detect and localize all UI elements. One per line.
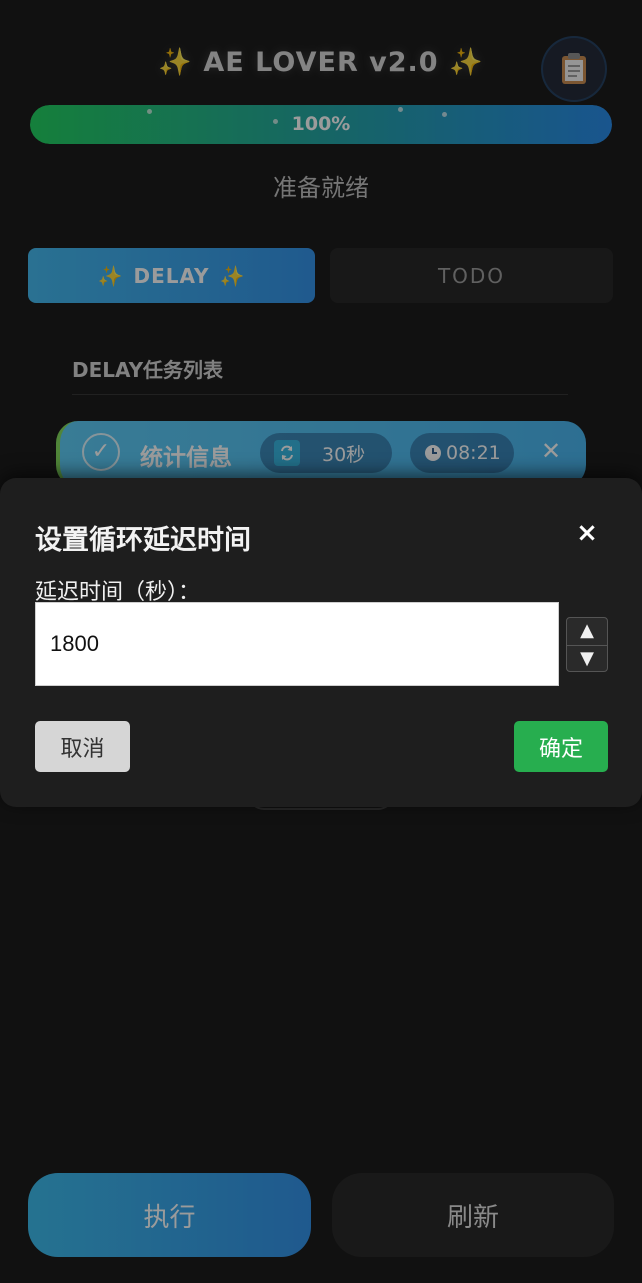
number-stepper: ▲ ▼	[566, 617, 608, 672]
check-icon[interactable]: ✓	[82, 433, 120, 471]
delete-task-icon[interactable]: ✕	[536, 436, 566, 466]
progress-label: 100%	[291, 113, 351, 135]
app-title-text: AE LOVER v2.0	[203, 47, 439, 78]
task-list-title: DELAY任务列表	[72, 358, 224, 382]
loop-interval-badge[interactable]: 30秒	[260, 433, 392, 473]
tab-delay[interactable]: ✨ DELAY ✨	[28, 248, 315, 303]
dialog-title: 设置循环延迟时间	[35, 525, 251, 556]
clipboard-icon	[562, 53, 586, 84]
refresh-icon	[274, 440, 300, 466]
task-name: 统计信息	[140, 445, 232, 471]
sparkle-icon: ✨	[219, 263, 246, 288]
cancel-button[interactable]: 取消	[35, 721, 130, 772]
clock-icon	[424, 444, 442, 462]
time-value: 08:21	[446, 442, 501, 464]
sparkle-icon: ✨	[158, 47, 193, 78]
delay-input[interactable]	[35, 602, 559, 686]
progress-bar: 100%	[30, 105, 612, 144]
divider	[72, 394, 568, 395]
clipboard-button[interactable]	[543, 38, 605, 100]
tab-delay-label: DELAY	[133, 263, 210, 288]
sparkle-icon: ✨	[97, 263, 124, 288]
time-badge: 08:21	[410, 433, 514, 473]
increment-icon[interactable]: ▲	[567, 618, 607, 644]
tab-todo[interactable]: TODO	[330, 248, 613, 303]
refresh-button[interactable]: 刷新	[332, 1173, 614, 1257]
app-root: ✨ AE LOVER v2.0 ✨ 100% 准备就绪 ✨ DELAY ✨ TO…	[0, 0, 642, 1283]
tab-todo-label: TODO	[437, 263, 506, 288]
decrement-icon[interactable]: ▼	[567, 645, 607, 672]
delay-settings-dialog: 设置循环延迟时间 × 延迟时间（秒）： ▲ ▼ 取消 确定	[0, 478, 642, 807]
confirm-button[interactable]: 确定	[514, 721, 608, 772]
loop-interval-value: 30秒	[322, 443, 366, 466]
sparkle-icon: ✨	[448, 47, 484, 78]
execute-button[interactable]: 执行	[28, 1173, 311, 1257]
status-text: 准备就绪	[273, 174, 369, 202]
close-icon[interactable]: ×	[572, 518, 602, 548]
